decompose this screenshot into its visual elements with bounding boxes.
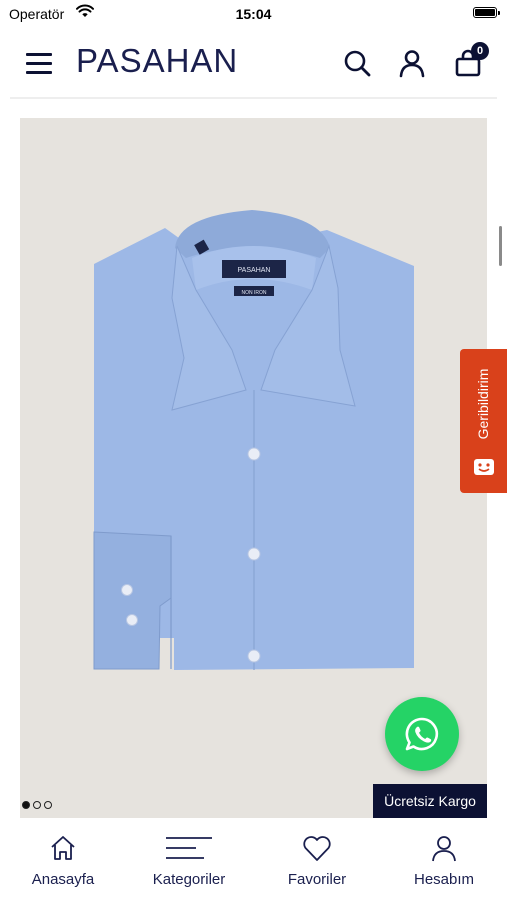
nav-label-account: Hesabım [413,871,475,888]
status-time: 15:04 [235,6,272,22]
feedback-chat-icon [474,459,494,475]
home-icon [51,836,75,860]
nav-label-categories: Kategoriler [152,871,226,888]
feedback-label: Geribildirim [475,368,491,440]
nav-label-home: Anasayfa [31,871,95,888]
account-icon[interactable] [397,48,427,78]
carousel-dot[interactable] [22,801,30,809]
user-icon [432,836,456,862]
feedback-tab[interactable]: Geribildirim [460,349,507,493]
carousel-dot[interactable] [33,801,41,809]
free-shipping-badge: Ücretsiz Kargo [373,784,487,818]
scroll-indicator [499,226,502,266]
categories-icon [166,837,212,859]
menu-button[interactable] [26,53,52,75]
status-bar: Operatör 15:04 [0,0,507,28]
shirt-tag-sublabel: NON IRON [242,290,267,296]
header-divider [10,97,497,99]
battery-icon [473,7,500,18]
whatsapp-icon [405,717,439,751]
search-icon[interactable] [342,48,372,78]
nav-item-home[interactable]: Anasayfa [0,820,126,900]
carousel-dot[interactable] [44,801,52,809]
whatsapp-button[interactable] [385,697,459,771]
shirt-tag-label: PASAHAN [238,267,271,274]
nav-item-favorites[interactable]: Favoriler [254,820,380,900]
cart-count-badge: 0 [471,42,489,60]
nav-label-favorites: Favoriler [287,871,347,888]
nav-item-account[interactable]: Hesabım [381,820,507,900]
bottom-navigation: Anasayfa Kategoriler Favoriler Hesabım [0,820,507,900]
brand-logo[interactable]: PASAHAN [76,42,238,80]
cart-button[interactable]: 0 [453,42,489,78]
heart-icon [303,836,331,861]
carousel-indicator [22,796,55,814]
nav-item-categories[interactable]: Kategoriler [126,820,252,900]
app-header: PASAHAN 0 [0,36,507,92]
